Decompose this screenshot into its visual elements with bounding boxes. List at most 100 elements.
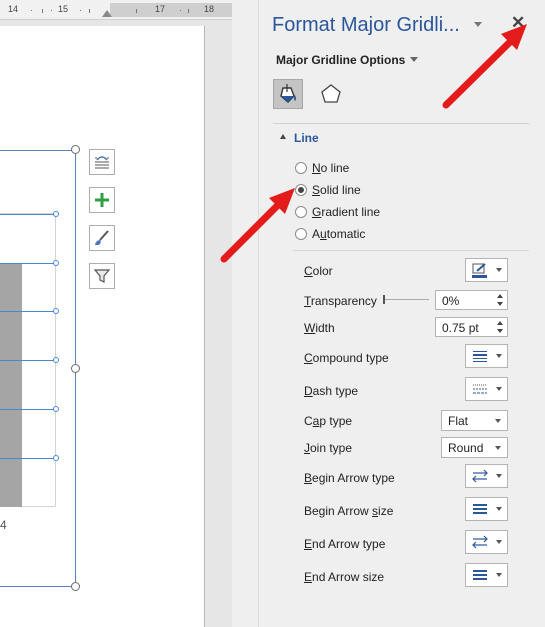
begin-arrow-type-button[interactable]	[465, 464, 508, 488]
gridline-handle[interactable]	[53, 357, 59, 363]
transparency-value: 0%	[442, 294, 460, 308]
spin-up-icon[interactable]	[497, 294, 503, 298]
options-dropdown-arrow[interactable]	[410, 57, 418, 62]
ruler-tick	[188, 9, 189, 13]
radio-gradient-line[interactable]: Gradient line	[295, 204, 380, 220]
chevron-down-icon	[496, 573, 502, 577]
transparency-input[interactable]: 0%	[435, 290, 508, 310]
spin-down-icon[interactable]	[497, 302, 503, 306]
begin-arrow-size-label: Begin Arrow size	[304, 504, 394, 518]
arrow-type-icon	[472, 469, 488, 483]
chart-elements-button[interactable]	[89, 187, 115, 213]
join-type-select[interactable]: Round	[441, 437, 508, 458]
major-gridline[interactable]	[0, 360, 56, 361]
resize-handle-top-right[interactable]	[71, 145, 80, 154]
major-gridline[interactable]	[0, 263, 56, 264]
color-picker-button[interactable]	[465, 258, 508, 282]
options-header[interactable]: Major Gridline Options	[276, 53, 405, 67]
arrow-size-icon	[473, 504, 487, 514]
pentagon-icon	[321, 84, 341, 103]
radio-button[interactable]	[295, 206, 307, 218]
spin-down-icon[interactable]	[497, 329, 503, 333]
major-gridline[interactable]	[0, 458, 56, 459]
compound-type-button[interactable]	[465, 344, 508, 368]
chevron-down-icon	[496, 474, 502, 478]
axis-label: 4	[0, 518, 7, 532]
ruler-number: 14	[8, 4, 19, 14]
gridline-handle[interactable]	[53, 260, 59, 266]
radio-solid-line[interactable]: Solid line	[295, 182, 361, 198]
ruler-tick	[51, 10, 52, 11]
tab-effects[interactable]	[316, 79, 346, 109]
transparency-slider-thumb[interactable]	[383, 295, 385, 304]
chevron-down-icon	[496, 268, 502, 272]
plus-icon	[95, 193, 109, 207]
radio-automatic[interactable]: Automatic	[295, 226, 365, 242]
radio-no-line[interactable]: No line	[295, 160, 349, 176]
dash-lines-icon	[473, 384, 487, 394]
transparency-slider[interactable]	[383, 299, 429, 300]
gridline-handle[interactable]	[53, 308, 59, 314]
chart-styles-button[interactable]	[89, 225, 115, 251]
radio-button[interactable]	[295, 184, 307, 196]
join-type-value: Round	[448, 441, 484, 455]
tab-fill-line[interactable]	[273, 79, 303, 109]
pane-border	[258, 0, 259, 627]
cap-type-value: Flat	[448, 414, 469, 428]
indent-marker[interactable]	[102, 10, 112, 17]
close-pane-button[interactable]: ✕	[511, 14, 525, 31]
radio-label: Solid line	[312, 183, 361, 197]
filter-icon	[93, 269, 111, 283]
dash-type-button[interactable]	[465, 377, 508, 401]
chevron-down-icon	[496, 387, 502, 391]
transparency-label: Transparency	[304, 294, 377, 308]
end-arrow-size-label: End Arrow size	[304, 570, 385, 584]
radio-label: No line	[312, 161, 350, 175]
ruler-tick	[42, 9, 43, 13]
ruler-number: 15	[58, 4, 69, 14]
resize-handle-bottom-right[interactable]	[71, 582, 80, 591]
width-label: Width	[304, 321, 335, 335]
layout-options-button[interactable]	[89, 149, 115, 175]
dash-type-label: Dash type	[304, 384, 359, 398]
chevron-down-icon	[496, 507, 502, 511]
major-gridline[interactable]	[0, 409, 56, 410]
paintbrush-icon	[95, 230, 109, 245]
begin-arrow-type-label: Begin Arrow type	[304, 471, 395, 485]
color-label: Color	[304, 264, 333, 278]
chevron-down-icon	[496, 354, 502, 358]
chart-filters-button[interactable]	[89, 263, 115, 289]
pane-title: Format Major Gridli...	[272, 14, 460, 36]
radio-button[interactable]	[295, 162, 307, 174]
collapse-icon[interactable]	[280, 134, 286, 139]
arrow-type-icon	[472, 535, 488, 549]
end-arrow-size-button[interactable]	[465, 563, 508, 587]
chevron-down-icon	[496, 540, 502, 544]
pane-title-dropdown[interactable]	[474, 22, 482, 27]
radio-button[interactable]	[295, 228, 307, 240]
gridline-handle[interactable]	[53, 406, 59, 412]
ruler-number: 17	[155, 4, 166, 14]
chevron-down-icon	[495, 419, 501, 423]
chevron-down-icon	[495, 446, 501, 450]
paint-bucket-icon	[280, 84, 296, 103]
gridline-handle[interactable]	[53, 455, 59, 461]
resize-handle-right[interactable]	[71, 364, 80, 373]
gridline-handle[interactable]	[53, 211, 59, 217]
ruler-tick	[136, 9, 137, 13]
width-input[interactable]: 0.75 pt	[435, 317, 508, 337]
section-title-line[interactable]: Line	[294, 131, 319, 145]
end-arrow-type-button[interactable]	[465, 530, 508, 554]
ruler-tick	[80, 10, 81, 11]
begin-arrow-size-button[interactable]	[465, 497, 508, 521]
spin-up-icon[interactable]	[497, 321, 503, 325]
chart-bar[interactable]	[0, 264, 22, 507]
cap-type-select[interactable]: Flat	[441, 410, 508, 431]
radio-label: Gradient line	[312, 205, 381, 219]
major-gridline[interactable]	[0, 214, 56, 215]
ruler-tick	[31, 10, 32, 11]
pen-color-icon	[472, 263, 487, 278]
horizontal-ruler[interactable]: 14 15 16 17 18	[0, 0, 232, 20]
major-gridline[interactable]	[0, 311, 56, 312]
compound-lines-icon	[473, 351, 487, 362]
